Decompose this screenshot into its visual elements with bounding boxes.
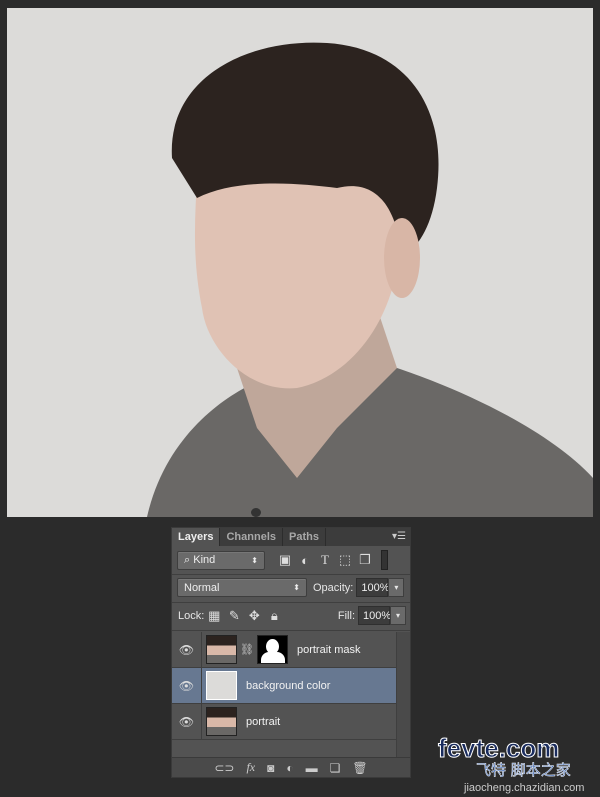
layer-name[interactable]: portrait mask xyxy=(297,644,361,656)
type-filter-icon[interactable]: T xyxy=(315,552,335,568)
svg-text:飞特 脚本之家: 飞特 脚本之家 xyxy=(476,761,571,779)
search-icon: ⌕ xyxy=(184,553,191,566)
layers-panel: Layers Channels Paths ▾☰ ⌕ Kind ⬍ ▣ ◐ T ⬚… xyxy=(171,527,411,778)
mask-thumbnail[interactable] xyxy=(256,635,288,664)
opacity-label: Opacity: xyxy=(313,581,354,594)
tab-paths[interactable]: Paths xyxy=(283,528,326,546)
layer-thumbnail xyxy=(206,671,237,700)
lock-all-icon[interactable]: 🔒︎ xyxy=(264,608,284,624)
blend-mode-value: Normal xyxy=(184,581,220,594)
tab-layers[interactable]: Layers xyxy=(172,528,221,546)
blend-mode-select[interactable]: Normal ⬍ xyxy=(177,578,307,597)
layer-thumbnail xyxy=(206,635,237,664)
eye-icon[interactable]: 👁︎ xyxy=(172,704,202,739)
lock-transparent-icon[interactable]: ▦ xyxy=(204,608,224,624)
portrait-image xyxy=(147,42,593,517)
chain-link-icon[interactable]: ⛓ xyxy=(240,643,254,656)
fill-dropdown[interactable]: ▾ xyxy=(390,606,406,625)
adjustment-layer-icon[interactable]: ◐ xyxy=(286,761,293,775)
layer-name[interactable]: background color xyxy=(246,680,330,692)
fill-label: Fill: xyxy=(337,609,355,622)
shape-filter-icon[interactable]: ⬚ xyxy=(335,552,355,568)
lock-image-brush-icon[interactable]: ✎ xyxy=(224,608,244,624)
link-layers-icon[interactable]: ⊂⊃ xyxy=(214,761,234,775)
filter-toggle[interactable] xyxy=(381,550,388,570)
filter-kind-select[interactable]: ⌕ Kind ⬍ xyxy=(177,550,265,570)
new-layer-icon[interactable]: ❏ xyxy=(330,761,341,775)
lock-position-move-icon[interactable]: ✥ xyxy=(244,608,264,624)
layer-thumbnail xyxy=(206,707,237,736)
watermark-logo: fevte.com 飞特 脚本之家 jiaocheng.chazidian.co… xyxy=(438,733,585,794)
layers-scrollbar[interactable] xyxy=(396,632,410,757)
tab-channels[interactable]: Channels xyxy=(220,528,283,546)
eye-icon[interactable]: 👁︎ xyxy=(172,632,202,667)
image-filter-icon[interactable]: ▣ xyxy=(275,552,295,568)
layer-name[interactable]: portrait xyxy=(246,716,280,728)
opacity-input[interactable]: 100% xyxy=(356,578,390,597)
svg-text:jiaocheng.chazidian.com: jiaocheng.chazidian.com xyxy=(463,782,584,794)
document-canvas[interactable] xyxy=(7,8,593,517)
lock-label: Lock: xyxy=(178,609,205,622)
smart-object-filter-icon[interactable]: ❐ xyxy=(355,552,375,568)
add-mask-icon[interactable]: ◙ xyxy=(267,761,274,775)
trash-icon[interactable]: 🗑︎ xyxy=(352,761,367,775)
opacity-dropdown[interactable]: ▾ xyxy=(388,578,405,597)
adjustment-filter-icon[interactable]: ◐ xyxy=(295,553,315,568)
new-group-folder-icon[interactable]: ▬ xyxy=(306,761,318,775)
eye-icon[interactable]: 👁︎ xyxy=(172,668,202,703)
layer-row-portrait-mask[interactable]: 👁︎ ⛓ portrait mask xyxy=(172,632,396,668)
fill-input[interactable]: 100% xyxy=(358,606,391,625)
layer-row-portrait[interactable]: 👁︎ portrait xyxy=(172,704,396,740)
panel-menu-icon[interactable]: ▾☰ xyxy=(392,531,406,542)
svg-text:fevte.com: fevte.com xyxy=(438,733,559,763)
layer-row-background-color[interactable]: 👁︎ background color xyxy=(172,668,396,704)
filter-kind-value: Kind xyxy=(193,553,216,566)
fx-icon[interactable]: fx xyxy=(246,760,255,775)
